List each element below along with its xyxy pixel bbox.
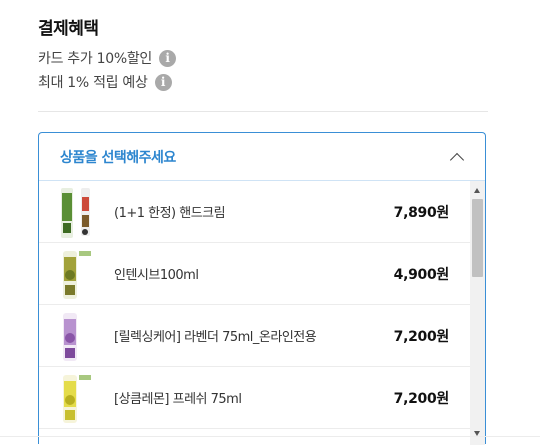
product-name: (1+1 한정) 핸드크림 (114, 206, 226, 221)
chevron-up-icon[interactable] (449, 152, 465, 167)
product-thumbnail (63, 375, 91, 423)
benefit-points: 최대 1% 적립 예상 i (38, 72, 172, 92)
product-name: [상큼레몬] 프레쉬 75ml (114, 392, 242, 407)
product-selector-title: 상품을 선택해주세요 (60, 149, 176, 166)
benefit-card-discount: 카드 추가 10%할인 i (38, 48, 176, 68)
product-option[interactable]: (1+1 한정) 핸드크림 7,890원 (39, 181, 471, 243)
product-price: 4,900원 (393, 266, 450, 283)
list-scrollbar[interactable] (470, 181, 485, 445)
info-icon[interactable]: i (159, 49, 176, 67)
info-icon[interactable]: i (154, 73, 172, 91)
product-option[interactable]: [릴렉싱케어] 라벤더 75ml_온라인전용 7,200원 (39, 305, 471, 367)
product-price: 7,200원 (393, 390, 450, 407)
scroll-up-arrow-icon[interactable] (474, 188, 480, 193)
product-price: 7,200원 (393, 328, 450, 345)
product-option[interactable]: 인텐시브100ml 4,900원 (39, 243, 471, 305)
divider (0, 436, 540, 437)
product-option[interactable]: [상큼레몬] 프레쉬 75ml 7,200원 (39, 367, 471, 429)
product-list: (1+1 한정) 핸드크림 7,890원 인텐시브100ml 4,900원 [릴… (39, 181, 471, 445)
product-price: 7,890원 (393, 204, 450, 221)
product-name: 인텐시브100ml (114, 268, 199, 283)
product-selector-header[interactable]: 상품을 선택해주세요 (39, 133, 485, 181)
product-selector: 상품을 선택해주세요 (1+1 한정) 핸드크림 7,890원 인텐시브100m… (38, 132, 486, 445)
benefits-title: 결제혜택 (38, 19, 99, 39)
divider (38, 111, 488, 112)
product-name: [릴렉싱케어] 라벤더 75ml_온라인전용 (114, 330, 317, 345)
product-thumbnail (63, 313, 77, 361)
benefit-text: 최대 1% 적립 예상 (38, 75, 148, 91)
product-thumbnail (61, 188, 90, 238)
product-thumbnail (63, 251, 91, 299)
benefit-text: 카드 추가 10%할인 (38, 51, 152, 67)
scrollbar-thumb[interactable] (472, 199, 483, 277)
